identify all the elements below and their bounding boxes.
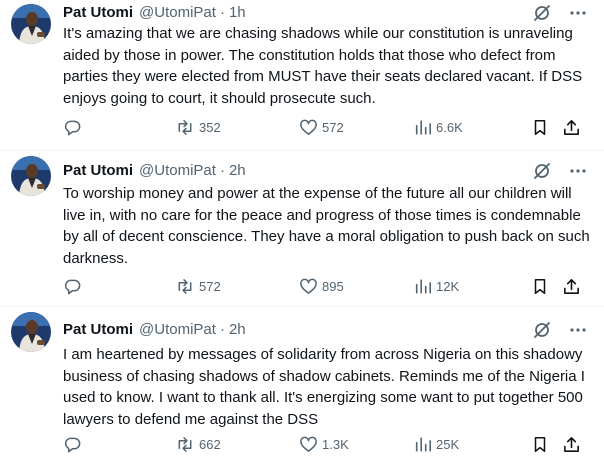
grok-icon[interactable] [532, 161, 552, 181]
heart-icon [300, 436, 317, 452]
reply-icon [64, 120, 81, 135]
separator-dot: · [219, 162, 225, 179]
share-icon [564, 119, 579, 135]
bookmark-button[interactable] [531, 116, 549, 138]
grok-icon[interactable] [532, 320, 552, 340]
more-dots-icon[interactable] [568, 161, 588, 181]
views-button[interactable]: 6.6K [414, 116, 463, 138]
reply-button[interactable] [63, 433, 82, 455]
share-button[interactable] [562, 116, 581, 138]
views-count: 25K [436, 436, 460, 452]
bookmark-button[interactable] [531, 275, 549, 297]
timestamp[interactable]: 2h [229, 161, 246, 181]
views-button[interactable]: 25K [414, 433, 459, 455]
repost-button[interactable]: 662 [175, 433, 221, 455]
timestamp[interactable]: 2h [229, 320, 246, 340]
like-count: 895 [322, 278, 344, 294]
tweet-header: Pat Utomi @UtomiPat · 2h [63, 161, 590, 181]
author-name[interactable]: Pat Utomi [63, 3, 133, 23]
bookmark-icon [534, 436, 546, 452]
repost-count: 572 [199, 278, 221, 294]
author-name[interactable]: Pat Utomi [63, 320, 133, 340]
tweet-text: I am heartened by messages of solidarity… [63, 346, 585, 428]
heart-icon [300, 119, 317, 135]
bookmark-icon [534, 119, 546, 135]
more-dots-icon[interactable] [568, 3, 588, 23]
reply-icon [64, 279, 81, 294]
separator-dot: · [219, 321, 225, 338]
views-button[interactable]: 12K [414, 275, 459, 297]
timestamp[interactable]: 1h [229, 3, 246, 23]
tweet-header: Pat Utomi @UtomiPat · 2h [63, 320, 590, 340]
tweet[interactable]: Pat Utomi @UtomiPat · 2h To worship mone… [0, 152, 604, 307]
like-count: 1.3K [322, 436, 349, 452]
share-button[interactable] [562, 433, 581, 455]
tweet-actions: 572 895 12K [63, 275, 590, 297]
like-count: 572 [322, 119, 344, 135]
author-name[interactable]: Pat Utomi [63, 161, 133, 181]
tweet-text: It's amazing that we are chasing shadows… [63, 25, 583, 107]
author-handle[interactable]: @UtomiPat [139, 320, 216, 340]
avatar-image [11, 4, 51, 44]
avatar[interactable] [11, 156, 51, 196]
author-handle[interactable]: @UtomiPat [139, 161, 216, 181]
avatar[interactable] [11, 312, 51, 352]
avatar-image [11, 312, 51, 352]
timeline-feed: Pat Utomi @UtomiPat · 1h It's amazing th… [0, 0, 604, 469]
reply-icon [64, 437, 81, 452]
bookmark-button[interactable] [531, 433, 549, 455]
views-count: 6.6K [436, 119, 463, 135]
author-handle[interactable]: @UtomiPat [139, 3, 216, 23]
like-button[interactable]: 895 [299, 275, 344, 297]
repost-count: 352 [199, 119, 221, 135]
like-button[interactable]: 1.3K [299, 433, 349, 455]
repost-icon [178, 278, 192, 294]
tweet-header: Pat Utomi @UtomiPat · 1h [63, 3, 590, 23]
bookmark-icon [534, 278, 546, 294]
share-icon [564, 278, 579, 294]
tweet-actions: 662 1.3K 25K [63, 433, 590, 455]
repost-button[interactable]: 352 [175, 116, 221, 138]
tweet[interactable]: Pat Utomi @UtomiPat · 1h It's amazing th… [0, 0, 604, 151]
tweet-actions: 352 572 6.6K [63, 116, 590, 138]
like-button[interactable]: 572 [299, 116, 344, 138]
tweet[interactable]: Pat Utomi @UtomiPat · 2h I am heartened … [0, 308, 604, 469]
separator-dot: · [219, 4, 225, 21]
share-icon [564, 436, 579, 452]
avatar[interactable] [11, 4, 51, 44]
views-chart-icon [415, 119, 432, 135]
repost-icon [178, 119, 192, 135]
repost-icon [178, 436, 192, 452]
repost-button[interactable]: 572 [175, 275, 221, 297]
heart-icon [300, 278, 317, 294]
repost-count: 662 [199, 436, 221, 452]
reply-button[interactable] [63, 275, 82, 297]
avatar-image [11, 156, 51, 196]
views-chart-icon [415, 278, 432, 294]
views-chart-icon [415, 436, 432, 452]
more-dots-icon[interactable] [568, 320, 588, 340]
share-button[interactable] [562, 275, 581, 297]
tweet-text: To worship money and power at the expens… [63, 185, 590, 267]
grok-icon[interactable] [532, 3, 552, 23]
reply-button[interactable] [63, 116, 82, 138]
views-count: 12K [436, 278, 460, 294]
